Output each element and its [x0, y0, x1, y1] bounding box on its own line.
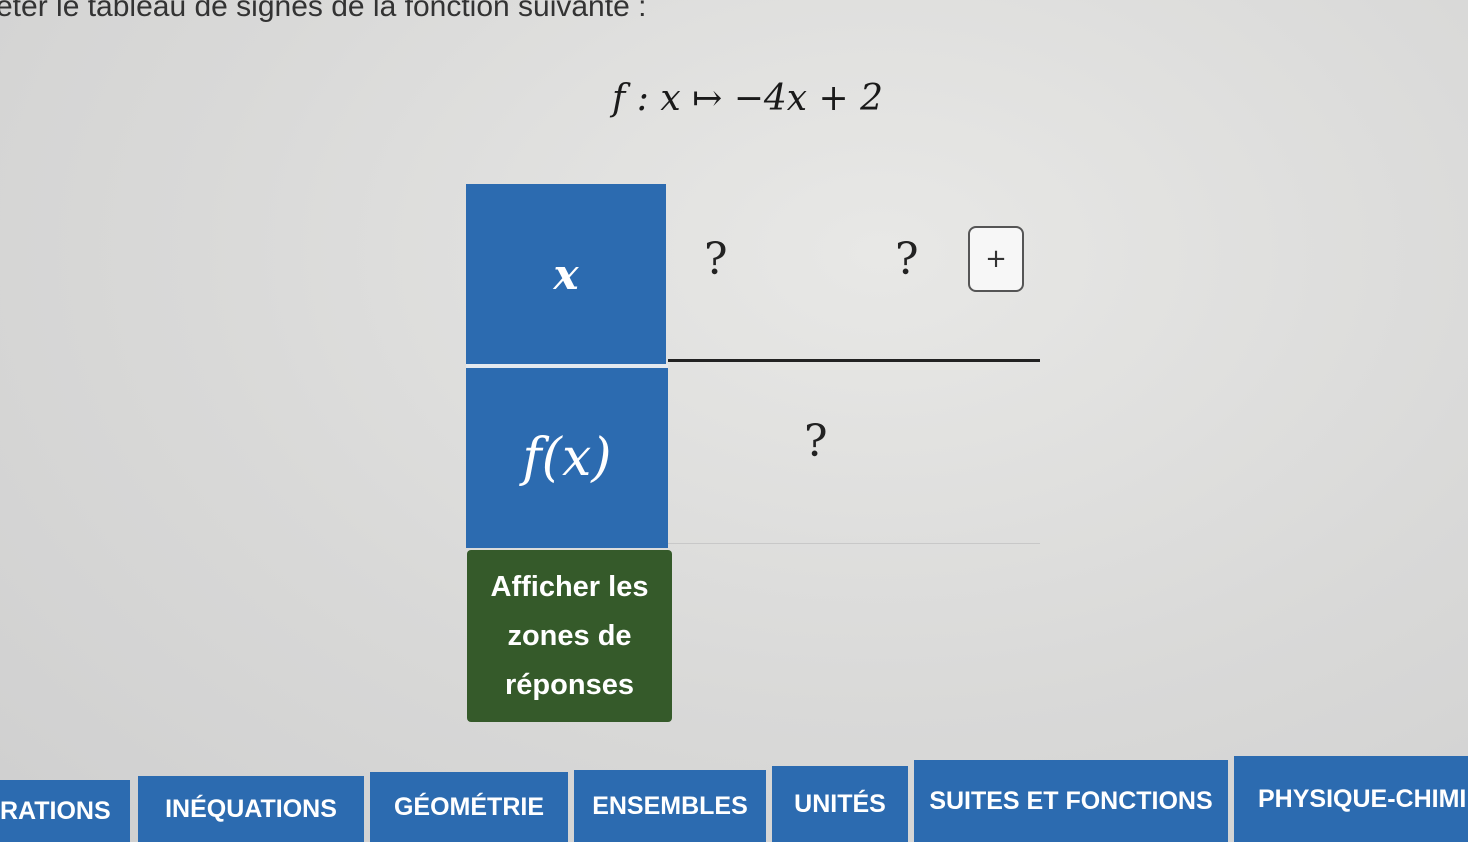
nav-tab-inequations[interactable]: INÉQUATIONS — [138, 776, 364, 842]
fx-header: f(x) — [466, 368, 668, 548]
nav-tab-geometrie[interactable]: GÉOMÉTRIE — [370, 772, 568, 842]
x-value-input-2[interactable]: ? — [895, 234, 919, 285]
row-divider — [668, 359, 1040, 362]
category-nav: RATIONS INÉQUATIONS GÉOMÉTRIE ENSEMBLES … — [0, 752, 1468, 842]
table-bottom-border — [668, 543, 1040, 544]
nav-tab-suites-fonctions[interactable]: SUITES ET FONCTIONS — [914, 760, 1228, 842]
sign-input[interactable]: ? — [804, 416, 828, 467]
nav-tab-ensembles[interactable]: ENSEMBLES — [574, 770, 766, 842]
instruction-text: éter le tableau de signes de la fonction… — [0, 0, 647, 23]
x-header: x — [466, 184, 666, 364]
nav-tab-physique-chimie[interactable]: PHYSIQUE-CHIMI — [1234, 756, 1468, 842]
nav-tab-equations[interactable]: RATIONS — [0, 780, 130, 842]
x-value-input-1[interactable]: ? — [704, 234, 728, 285]
show-answer-zones-button[interactable]: Afficher les zones de réponses — [467, 550, 672, 722]
function-formula: f : x ↦ −4x + 2 — [612, 78, 884, 119]
nav-tab-unites[interactable]: UNITÉS — [772, 766, 908, 842]
add-value-button[interactable]: + — [968, 226, 1024, 292]
